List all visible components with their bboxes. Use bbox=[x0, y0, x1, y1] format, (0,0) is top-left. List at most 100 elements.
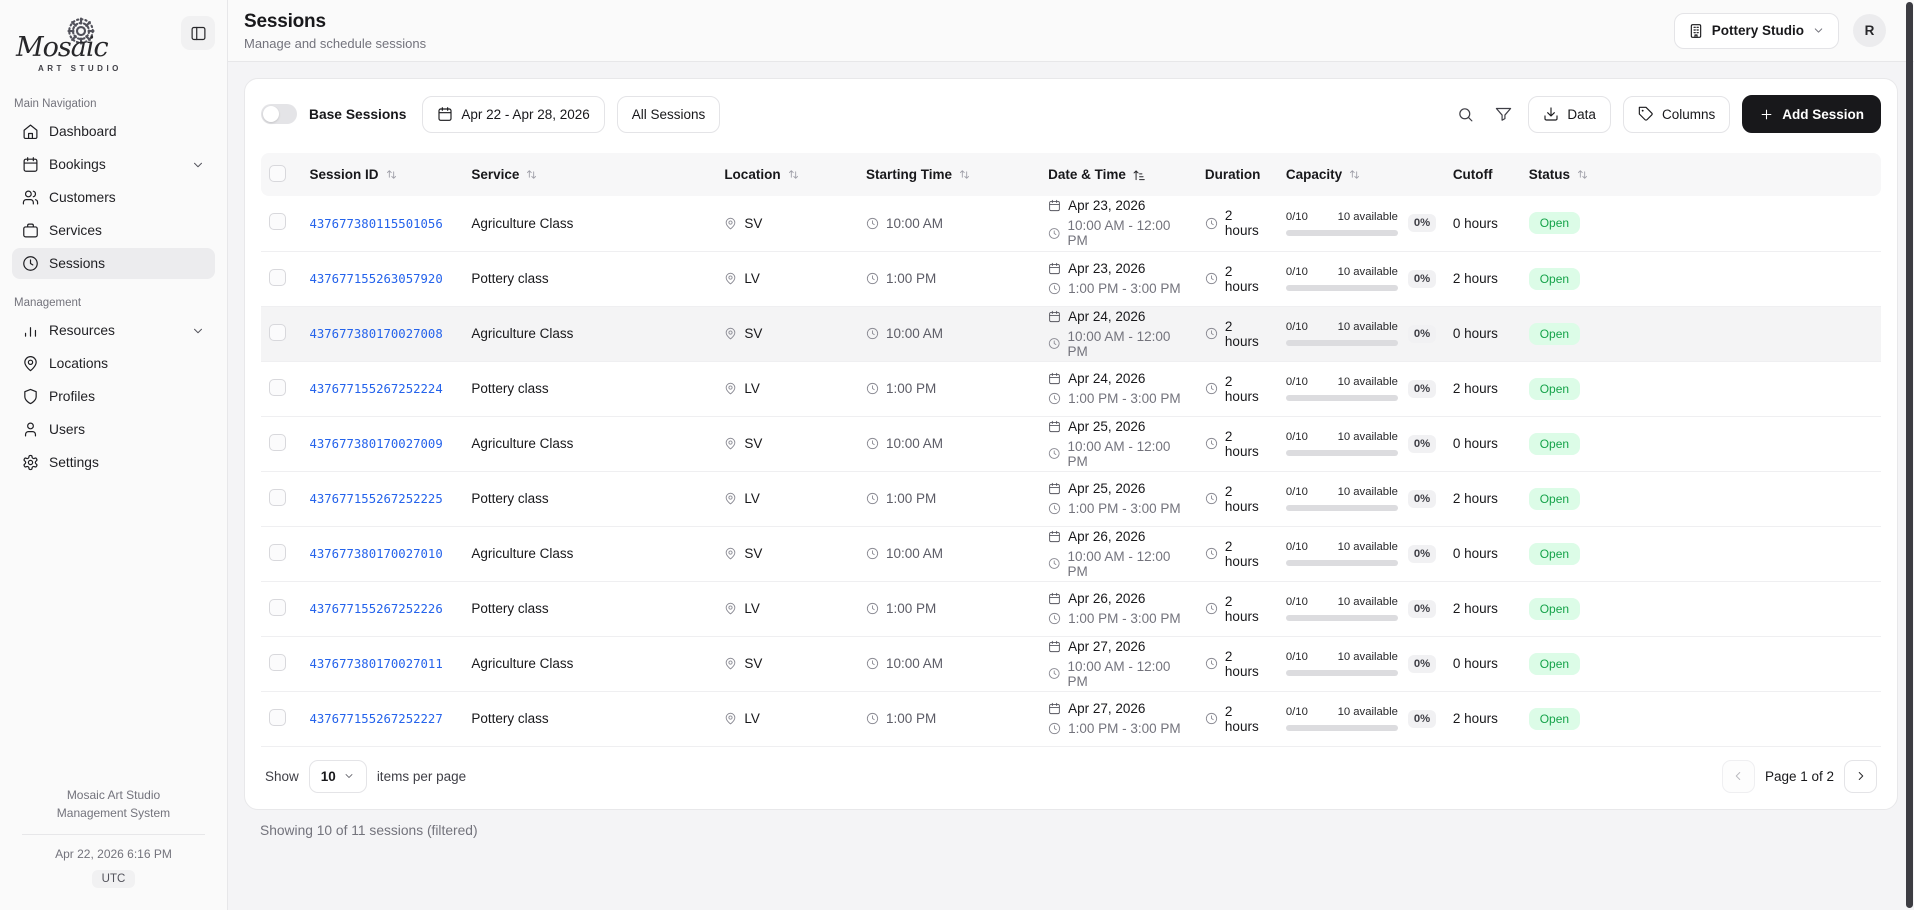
row-checkbox[interactable] bbox=[269, 324, 286, 341]
sessions-card: Base Sessions Apr 22 - Apr 28, 2026 All … bbox=[244, 78, 1898, 810]
map-pin-icon bbox=[724, 712, 737, 725]
base-sessions-toggle[interactable] bbox=[261, 104, 297, 124]
starting-time-cell: 1:00 PM bbox=[886, 381, 936, 396]
clock-icon bbox=[1205, 657, 1218, 670]
clock-icon bbox=[866, 712, 879, 725]
session-id-link[interactable]: 437677380170027010 bbox=[309, 547, 442, 561]
sidebar-item-label: Locations bbox=[49, 356, 108, 371]
sidebar-item-bookings[interactable]: Bookings bbox=[12, 149, 215, 180]
column-header-session-id: Session ID bbox=[309, 167, 378, 182]
sort-icon[interactable] bbox=[958, 168, 971, 181]
session-id-link[interactable]: 437677155267252224 bbox=[309, 382, 442, 396]
location-cell: LV bbox=[744, 381, 760, 396]
data-button-label: Data bbox=[1567, 107, 1596, 122]
plus-icon bbox=[1759, 107, 1774, 122]
date-cell: Apr 26, 2026 bbox=[1068, 591, 1145, 606]
duration-cell: 2 hours bbox=[1225, 539, 1270, 569]
clock-icon bbox=[866, 437, 879, 450]
sidebar-item-users[interactable]: Users bbox=[12, 414, 215, 445]
starting-time-cell: 10:00 AM bbox=[886, 216, 943, 231]
table-row[interactable]: 437677380170027008 Agriculture Class SV … bbox=[261, 306, 1881, 361]
service-cell: Agriculture Class bbox=[471, 436, 573, 451]
sidebar-item-locations[interactable]: Locations bbox=[12, 348, 215, 379]
table-row[interactable]: 437677380170027009 Agriculture Class SV … bbox=[261, 416, 1881, 471]
sidebar-item-settings[interactable]: Settings bbox=[12, 447, 215, 478]
select-all-checkbox[interactable] bbox=[269, 165, 286, 182]
sort-ascending-icon[interactable] bbox=[1132, 168, 1146, 182]
page-size-select[interactable]: 10 bbox=[309, 760, 367, 793]
row-checkbox[interactable] bbox=[269, 489, 286, 506]
service-cell: Pottery class bbox=[471, 381, 548, 396]
sort-icon[interactable] bbox=[385, 168, 398, 181]
column-header-location: Location bbox=[724, 167, 780, 182]
service-cell: Agriculture Class bbox=[471, 656, 573, 671]
sort-icon[interactable] bbox=[525, 168, 538, 181]
service-cell: Agriculture Class bbox=[471, 216, 573, 231]
date-cell: Apr 24, 2026 bbox=[1068, 371, 1145, 386]
table-row[interactable]: 437677380115501056 Agriculture Class SV … bbox=[261, 196, 1881, 251]
map-pin-icon bbox=[724, 382, 737, 395]
brand-name: Mosaic bbox=[16, 32, 108, 63]
row-checkbox[interactable] bbox=[269, 599, 286, 616]
capacity-count: 0/10 bbox=[1286, 376, 1308, 388]
sidebar-item-services[interactable]: Services bbox=[12, 215, 215, 246]
date-range-button[interactable]: Apr 22 - Apr 28, 2026 bbox=[422, 96, 604, 133]
data-export-button[interactable]: Data bbox=[1528, 96, 1611, 133]
columns-button[interactable]: Columns bbox=[1623, 96, 1730, 133]
row-checkbox[interactable] bbox=[269, 269, 286, 286]
session-id-link[interactable]: 437677155267252225 bbox=[309, 492, 442, 506]
building-icon bbox=[1688, 23, 1704, 39]
row-checkbox[interactable] bbox=[269, 434, 286, 451]
scrollbar-thumb[interactable] bbox=[1906, 2, 1913, 908]
studio-selector-button[interactable]: Pottery Studio bbox=[1674, 13, 1839, 49]
user-icon bbox=[22, 421, 39, 438]
row-checkbox[interactable] bbox=[269, 709, 286, 726]
clock-icon bbox=[1205, 492, 1218, 505]
session-id-link[interactable]: 437677380170027008 bbox=[309, 327, 442, 341]
table-row[interactable]: 437677380170027011 Agriculture Class SV … bbox=[261, 636, 1881, 691]
sort-icon[interactable] bbox=[1348, 168, 1361, 181]
capacity-progress-bar bbox=[1286, 395, 1398, 401]
starting-time-cell: 1:00 PM bbox=[886, 601, 936, 616]
calendar-icon bbox=[1048, 640, 1061, 653]
table-row[interactable]: 437677155267252226 Pottery class LV 1:00… bbox=[261, 581, 1881, 636]
add-session-button[interactable]: Add Session bbox=[1742, 95, 1881, 133]
session-id-link[interactable]: 437677380170027011 bbox=[309, 657, 442, 671]
table-row[interactable]: 437677380170027010 Agriculture Class SV … bbox=[261, 526, 1881, 581]
table-row[interactable]: 437677155267252227 Pottery class LV 1:00… bbox=[261, 691, 1881, 746]
clock-icon bbox=[22, 255, 39, 272]
sidebar-item-dashboard[interactable]: Dashboard bbox=[12, 116, 215, 147]
table-row[interactable]: 437677155263057920 Pottery class LV 1:00… bbox=[261, 251, 1881, 306]
row-checkbox[interactable] bbox=[269, 213, 286, 230]
search-button[interactable] bbox=[1452, 101, 1478, 127]
previous-page-button[interactable] bbox=[1722, 760, 1755, 793]
sidebar-item-resources[interactable]: Resources bbox=[12, 315, 215, 346]
sidebar-item-sessions[interactable]: Sessions bbox=[12, 248, 215, 279]
sidebar-collapse-button[interactable] bbox=[181, 16, 215, 50]
table-row[interactable]: 437677155267252224 Pottery class LV 1:00… bbox=[261, 361, 1881, 416]
brand-logo: Mosaic ART STUDIO bbox=[14, 16, 154, 74]
sidebar-item-customers[interactable]: Customers bbox=[12, 182, 215, 213]
briefcase-icon bbox=[22, 222, 39, 239]
user-avatar[interactable]: R bbox=[1853, 14, 1886, 47]
brand-caption: ART STUDIO bbox=[38, 64, 122, 73]
clock-icon bbox=[1205, 327, 1218, 340]
filter-button[interactable] bbox=[1490, 101, 1516, 127]
session-id-link[interactable]: 437677380170027009 bbox=[309, 437, 442, 451]
page-header: Sessions Manage and schedule sessions Po… bbox=[228, 0, 1914, 62]
table-row[interactable]: 437677155267252225 Pottery class LV 1:00… bbox=[261, 471, 1881, 526]
capacity-progress-bar bbox=[1286, 285, 1398, 291]
row-checkbox[interactable] bbox=[269, 544, 286, 561]
next-page-button[interactable] bbox=[1844, 760, 1877, 793]
sort-icon[interactable] bbox=[1576, 168, 1589, 181]
row-checkbox[interactable] bbox=[269, 654, 286, 671]
scrollbar[interactable] bbox=[1906, 2, 1913, 908]
sort-icon[interactable] bbox=[787, 168, 800, 181]
session-id-link[interactable]: 437677155263057920 bbox=[309, 272, 442, 286]
session-id-link[interactable]: 437677155267252226 bbox=[309, 602, 442, 616]
session-id-link[interactable]: 437677155267252227 bbox=[309, 712, 442, 726]
sidebar-item-profiles[interactable]: Profiles bbox=[12, 381, 215, 412]
row-checkbox[interactable] bbox=[269, 379, 286, 396]
session-id-link[interactable]: 437677380115501056 bbox=[309, 217, 442, 231]
all-sessions-button[interactable]: All Sessions bbox=[617, 96, 721, 133]
